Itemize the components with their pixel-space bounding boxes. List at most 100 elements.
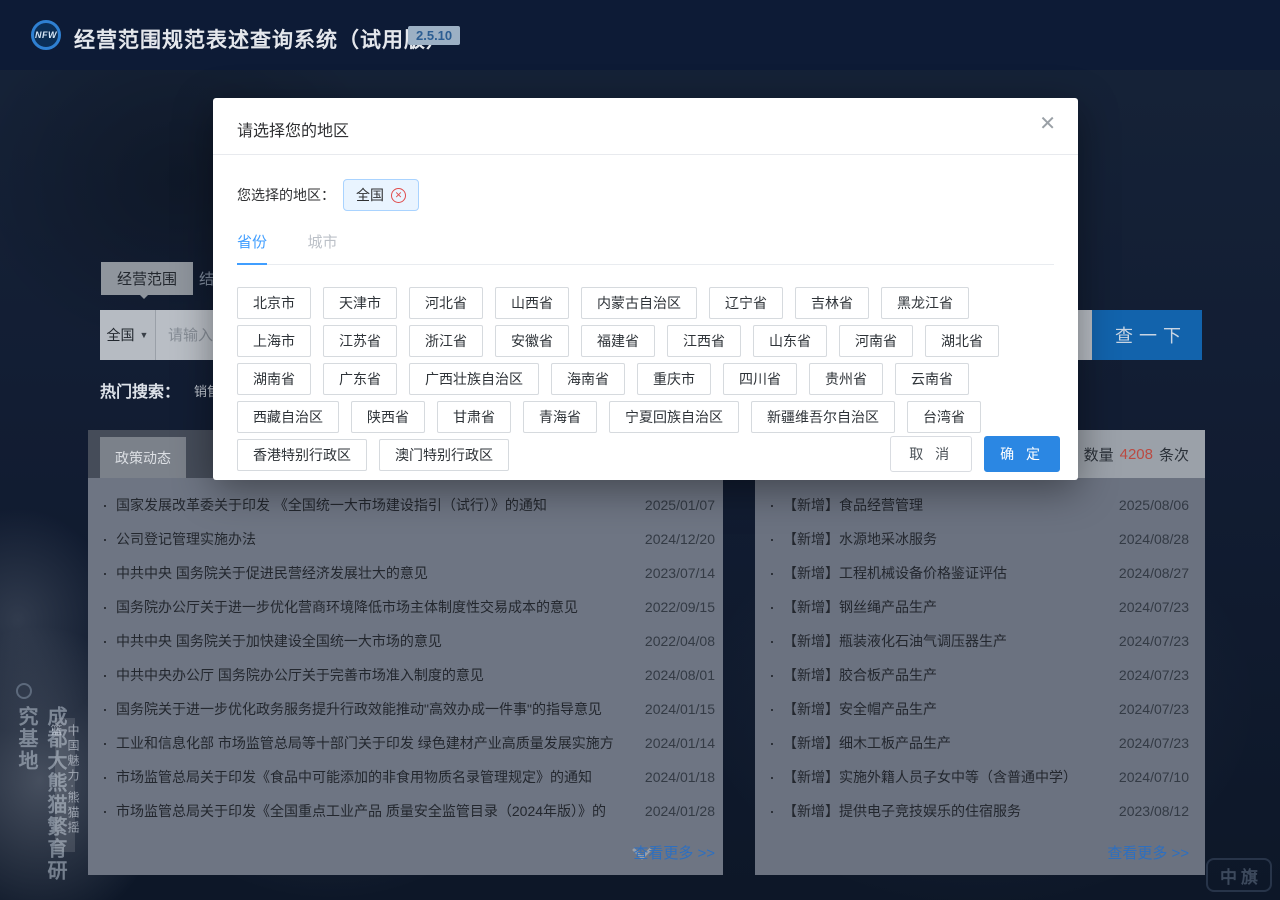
province-button[interactable]: 新疆维吾尔自治区 (751, 401, 895, 433)
province-button[interactable]: 陕西省 (351, 401, 425, 433)
province-button[interactable]: 吉林省 (795, 287, 869, 319)
item-text: 中共中央 国务院关于加快建设全国统一大市场的意见 (116, 631, 633, 651)
policy-item[interactable]: ·国务院关于进一步优化政务服务提升行政效能推动"高效办成一件事"的指导意见202… (88, 692, 723, 726)
province-button[interactable]: 云南省 (895, 363, 969, 395)
tab-business-scope-label: 经营范围 (117, 271, 177, 288)
province-button[interactable]: 湖北省 (925, 325, 999, 357)
province-button[interactable]: 海南省 (551, 363, 625, 395)
policy-item[interactable]: ·中共中央 国务院关于加快建设全国统一大市场的意见2022/04/08 (88, 624, 723, 658)
bullet-icon: · (102, 768, 108, 786)
province-button[interactable]: 山西省 (495, 287, 569, 319)
modal-header: 请选择您的地区 ✕ (213, 98, 1078, 155)
province-button[interactable]: 河北省 (409, 287, 483, 319)
new-item[interactable]: · 【新增】安全帽产品生产 2024/07/23 (755, 692, 1205, 726)
province-button[interactable]: 内蒙古自治区 (581, 287, 697, 319)
province-button[interactable]: 甘肃省 (437, 401, 511, 433)
new-item[interactable]: ·【新增】实施外籍人员子女中等（含普通中学）2024/07/10 (755, 760, 1205, 794)
province-button[interactable]: 黑龙江省 (881, 287, 969, 319)
province-button[interactable]: 广东省 (323, 363, 397, 395)
bullet-icon: · (769, 564, 775, 582)
new-items-more-link[interactable]: 查看更多 >> (1107, 842, 1189, 863)
tab-province[interactable]: 省份 (237, 231, 267, 265)
new-items-panel: 数量 4208 条次 ·【新增】食品经营管理2025/08/06·【新增】水源地… (755, 430, 1205, 875)
province-button[interactable]: 江苏省 (323, 325, 397, 357)
policy-item[interactable]: ·国务院办公厅关于进一步优化营商环境降低市场主体制度性交易成本的意见2022/0… (88, 590, 723, 624)
province-button[interactable]: 广西壮族自治区 (409, 363, 539, 395)
policy-item[interactable]: ·国家发展改革委关于印发 《全国统一大市场建设指引（试行）》的通知2025/01… (88, 488, 723, 522)
tab-business-scope[interactable]: 经营范围 (101, 262, 193, 295)
close-icon[interactable]: ✕ (1039, 114, 1056, 134)
policy-item[interactable]: ·中共中央办公厅 国务院办公厅关于完善市场准入制度的意见2024/08/01 (88, 658, 723, 692)
item-text: 【新增】安全帽产品生产 (783, 699, 1107, 719)
policy-item[interactable]: ·中共中央 国务院关于促进民营经济发展壮大的意见2023/07/14 (88, 556, 723, 590)
nfw-logo-icon: NFW (31, 20, 61, 50)
item-text: 【新增】钢丝绳产品生产 (783, 597, 1107, 617)
province-button[interactable]: 江西省 (667, 325, 741, 357)
province-button[interactable]: 台湾省 (907, 401, 981, 433)
cancel-button[interactable]: 取 消 (890, 436, 972, 472)
province-button[interactable]: 重庆市 (637, 363, 711, 395)
new-item[interactable]: ·【新增】钢丝绳产品生产2024/07/23 (755, 590, 1205, 624)
policy-item[interactable]: ·公司登记管理实施办法2024/12/20 (88, 522, 723, 556)
province-button[interactable]: 天津市 (323, 287, 397, 319)
bullet-icon: · (769, 768, 775, 786)
new-item[interactable]: ·【新增】工程机械设备价格鉴证评估2024/08/27 (755, 556, 1205, 590)
selected-region-value: 全国 (356, 185, 384, 205)
province-button[interactable]: 北京市 (237, 287, 311, 319)
item-date: 2024/01/18 (645, 769, 715, 785)
hot-search-label: 热门搜索： (100, 378, 180, 402)
region-select[interactable]: 全国 ▼ (100, 310, 156, 360)
new-item[interactable]: ·【新增】提供电子竞技娱乐的住宿服务2023/08/12 (755, 794, 1205, 828)
policy-item[interactable]: ·市场监管总局关于印发《全国重点工业产品 质量安全监管目录（2024年版）》的2… (88, 794, 723, 828)
bullet-icon: · (769, 666, 775, 684)
province-button[interactable]: 山东省 (753, 325, 827, 357)
tab-policy-news[interactable]: 政策动态 (100, 437, 186, 478)
item-date: 2024/07/23 (1119, 701, 1189, 717)
bullet-icon: · (102, 530, 108, 548)
province-button[interactable]: 河南省 (839, 325, 913, 357)
item-date: 2024/07/23 (1119, 599, 1189, 615)
caret-down-icon: ▼ (140, 330, 149, 340)
item-text: 公司登记管理实施办法 (116, 529, 633, 549)
province-button[interactable]: 香港特别行政区 (237, 439, 367, 471)
new-item[interactable]: ·【新增】胶合板产品生产2024/07/23 (755, 658, 1205, 692)
bullet-icon: · (102, 564, 108, 582)
province-button[interactable]: 澳门特别行政区 (379, 439, 509, 471)
item-date: 2024/01/14 (645, 735, 715, 751)
province-button[interactable]: 宁夏回族自治区 (609, 401, 739, 433)
remove-region-icon[interactable]: ✕ (391, 188, 406, 203)
modal-tabs: 省份 城市 (237, 231, 1054, 265)
zhongqi-badge: 中旗 (1206, 858, 1272, 892)
policy-item[interactable]: ·市场监管总局关于印发《食品中可能添加的非食用物质名录管理规定》的通知2024/… (88, 760, 723, 794)
page-background: 经营范围 结 全国 ▼ 查一下 热门搜索： 销售 服 政策动态 ·国家发展改革委… (0, 0, 1280, 900)
tab-partial[interactable]: 结 (199, 268, 214, 289)
province-button[interactable]: 上海市 (237, 325, 311, 357)
province-button[interactable]: 安徽省 (495, 325, 569, 357)
confirm-button[interactable]: 确 定 (984, 436, 1060, 472)
new-item[interactable]: ·【新增】食品经营管理2025/08/06 (755, 488, 1205, 522)
new-item[interactable]: ·【新增】瓶装液化石油气调压器生产2024/07/23 (755, 624, 1205, 658)
bullet-icon: · (769, 632, 775, 650)
province-button[interactable]: 福建省 (581, 325, 655, 357)
count-unit: 条次 (1159, 444, 1189, 465)
bullet-icon: · (769, 700, 775, 718)
item-date: 2024/07/23 (1119, 633, 1189, 649)
new-item[interactable]: ·【新增】细木工板产品生产2024/07/23 (755, 726, 1205, 760)
new-item[interactable]: ·【新增】水源地采冰服务2024/08/28 (755, 522, 1205, 556)
panda-slogan-watermark: 中国魅力·熊猫摇篮 (55, 718, 75, 852)
province-button[interactable]: 四川省 (723, 363, 797, 395)
count-value: 4208 (1120, 446, 1153, 463)
policy-more-link[interactable]: 查看更多 >> (633, 842, 715, 863)
province-button[interactable]: 辽宁省 (709, 287, 783, 319)
tab-city[interactable]: 城市 (307, 231, 337, 263)
province-button[interactable]: 浙江省 (409, 325, 483, 357)
province-button[interactable]: 湖南省 (237, 363, 311, 395)
policy-item[interactable]: ·工业和信息化部 市场监管总局等十部门关于印发 绿色建材产业高质量发展实施方20… (88, 726, 723, 760)
province-button[interactable]: 贵州省 (809, 363, 883, 395)
bullet-icon: · (102, 734, 108, 752)
province-button[interactable]: 西藏自治区 (237, 401, 339, 433)
province-button[interactable]: 青海省 (523, 401, 597, 433)
item-text: 【新增】实施外籍人员子女中等（含普通中学） (783, 767, 1107, 787)
item-date: 2023/07/14 (645, 565, 715, 581)
search-button[interactable]: 查一下 (1092, 310, 1202, 360)
